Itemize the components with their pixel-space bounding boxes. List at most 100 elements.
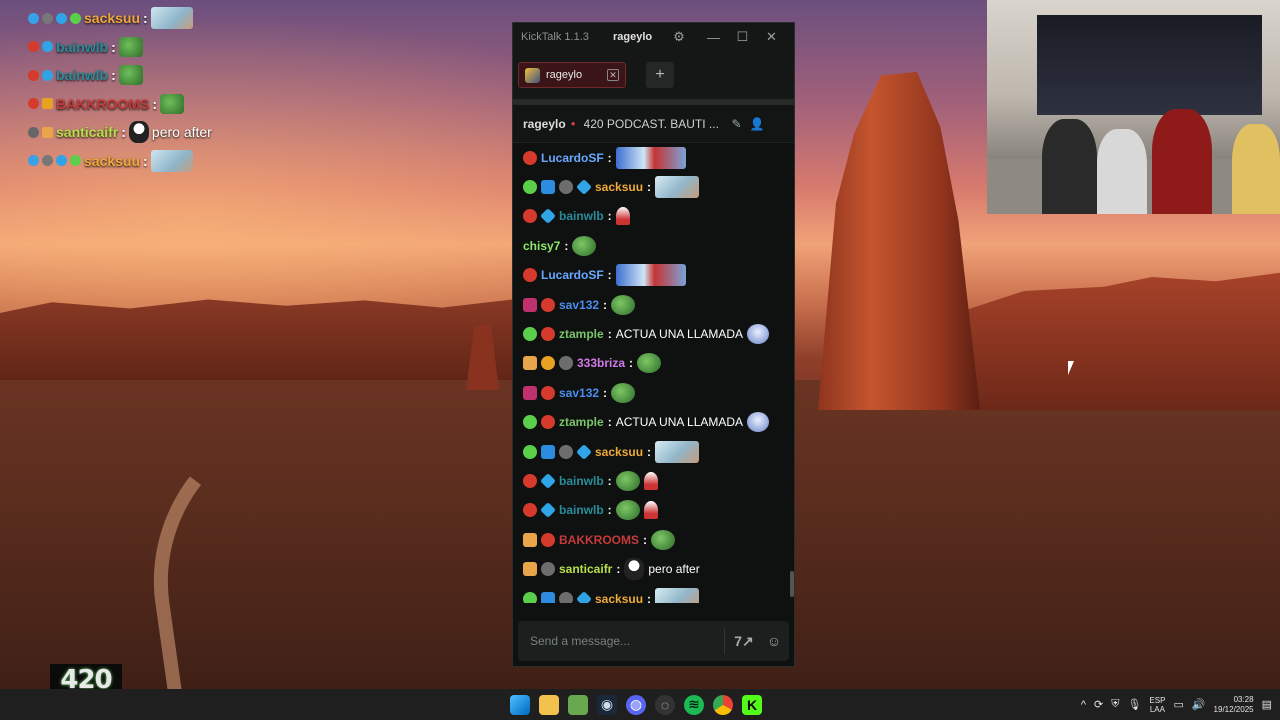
chat-text: ACTUA UNA LLAMADA xyxy=(615,415,744,430)
badge-icon xyxy=(523,591,537,603)
chat-message: LucardoSF: xyxy=(523,261,788,290)
emote-icon xyxy=(150,149,193,172)
7tv-emote-icon[interactable]: 7↗ xyxy=(729,633,759,650)
tab-rageylo[interactable]: rageylo ✕ xyxy=(518,62,626,88)
chat-scrollbar[interactable] xyxy=(790,571,794,597)
chat-username[interactable]: bainwlb xyxy=(559,209,604,223)
chat-message: BAKKROOMS: xyxy=(523,525,788,554)
chat-username[interactable]: sav132 xyxy=(559,386,599,400)
chat-username[interactable]: bainwlb xyxy=(559,474,604,488)
volume-icon[interactable]: 🔊 xyxy=(1192,698,1206,711)
emote-icon xyxy=(643,501,658,520)
overlay-username: santicaifr xyxy=(56,124,119,141)
language-indicator[interactable]: ESP LAA xyxy=(1149,696,1165,714)
clock-time: 03:28 xyxy=(1233,694,1254,704)
chat-username[interactable]: sacksuu xyxy=(595,180,643,194)
pin-icon[interactable]: ✎ xyxy=(732,117,742,131)
steam-icon[interactable]: ◉ xyxy=(597,694,617,715)
chat-message: sav132: xyxy=(523,290,788,319)
badge-icon xyxy=(523,503,537,518)
minimize-button[interactable]: — xyxy=(699,30,728,45)
file-explorer-icon[interactable] xyxy=(539,694,559,715)
chat-username[interactable]: LucardoSF xyxy=(541,151,604,165)
language-code: ESP xyxy=(1149,695,1166,705)
chat-username[interactable]: sacksuu xyxy=(595,592,643,603)
chat-username[interactable]: ztample xyxy=(559,415,604,429)
avatar xyxy=(525,67,540,83)
webcam-feed xyxy=(987,0,1280,214)
badge-icon xyxy=(42,69,53,81)
notification-icon[interactable]: ▤ xyxy=(1262,698,1272,711)
emote-icon xyxy=(118,65,143,86)
chat-message: sacksuu: xyxy=(523,172,788,201)
badge-icon xyxy=(56,12,67,24)
microphone-icon[interactable]: 🎙 xyxy=(1127,698,1141,711)
mesa-left xyxy=(0,298,520,385)
app-icon[interactable] xyxy=(568,694,588,715)
chrome-icon[interactable] xyxy=(713,694,733,715)
chat-username[interactable]: santicaifr xyxy=(559,562,612,576)
chat-message: santicaifr: pero after xyxy=(523,554,788,583)
chat-username[interactable]: LucardoSF xyxy=(541,268,604,282)
close-button[interactable]: ✕ xyxy=(757,29,786,45)
emote-picker-icon[interactable]: ☺ xyxy=(759,633,789,649)
taskbar: ◉ ◍ ◌ ≋ K ^ ⟳ ⛨ 🎙 ESP LAA ▭ 🔊 03:28 19/1… xyxy=(0,689,1280,720)
sync-icon[interactable]: ⟳ xyxy=(1094,698,1103,711)
chat-message: chisy7: xyxy=(523,231,788,260)
chat-message: sacksuu: xyxy=(523,437,788,466)
badge-icon xyxy=(523,150,537,165)
chat-username[interactable]: bainwlb xyxy=(559,503,604,517)
close-icon[interactable]: ✕ xyxy=(607,69,619,81)
gear-icon[interactable]: ⚙ xyxy=(659,29,699,45)
chat-message: bainwlb: xyxy=(523,466,788,495)
mesa-right xyxy=(960,272,1280,410)
overlay-username: BAKKROOMS xyxy=(56,95,150,112)
emote-icon xyxy=(160,93,185,114)
kicktalk-taskbar-icon[interactable]: K xyxy=(742,694,762,715)
mouse-cursor-icon xyxy=(1068,361,1074,375)
badge-icon xyxy=(540,502,556,519)
emote-icon xyxy=(611,382,636,403)
message-placeholder: Send a message... xyxy=(530,634,631,648)
chat-username[interactable]: BAKKROOMS xyxy=(559,533,639,547)
add-tab-button[interactable]: + xyxy=(646,62,674,88)
overlay-row: santicaifr: pero after xyxy=(28,118,268,147)
overlay-row: BAKKROOMS: xyxy=(28,90,268,119)
maximize-button[interactable]: ☐ xyxy=(728,29,757,45)
channel-name: rageylo xyxy=(523,116,566,131)
emote-icon xyxy=(624,558,645,581)
network-icon[interactable]: ▭ xyxy=(1173,698,1183,711)
emote-icon xyxy=(128,121,149,144)
chat-list[interactable]: LucardoSF: sacksuu: bainwlb: chisy7: Luc… xyxy=(513,143,794,603)
windows-start-icon[interactable] xyxy=(510,694,530,715)
chevron-up-icon[interactable]: ^ xyxy=(1081,699,1086,711)
overlay-username: sacksuu xyxy=(84,152,141,169)
badge-icon xyxy=(541,327,555,342)
chat-username[interactable]: ztample xyxy=(559,327,604,341)
message-input[interactable]: Send a message... 7↗ ☺ xyxy=(518,621,789,661)
chat-username[interactable]: sav132 xyxy=(559,298,599,312)
webcam-person xyxy=(1097,129,1147,214)
clock[interactable]: 03:28 19/12/2025 xyxy=(1214,695,1254,715)
badge-icon xyxy=(70,12,81,24)
app-icon[interactable]: ◌ xyxy=(655,694,675,715)
badge-icon xyxy=(28,69,39,81)
chat-username[interactable]: chisy7 xyxy=(523,239,560,253)
badge-icon xyxy=(42,41,53,53)
chat-message: 333briza: xyxy=(523,349,788,378)
stream-overlay-chat: sacksuu: bainwlb: bainwlb: BAKKROOMS: sa… xyxy=(28,4,268,175)
chat-message: ztample: ACTUA UNA LLAMADA xyxy=(523,408,788,437)
kicktalk-window: KickTalk 1.1.3 rageylo ⚙ — ☐ ✕ rageylo ✕… xyxy=(512,22,795,667)
shield-icon[interactable]: ⛨ xyxy=(1111,698,1119,711)
badge-icon xyxy=(523,385,537,400)
overlay-username: sacksuu xyxy=(84,10,141,27)
user-icon[interactable]: 👤 xyxy=(750,117,765,131)
spotify-icon[interactable]: ≋ xyxy=(684,694,704,715)
chat-username[interactable]: sacksuu xyxy=(595,445,643,459)
channel-header: rageylo ● 420 PODCAST. BAUTI ... ✎ 👤 xyxy=(513,105,794,143)
discord-icon[interactable]: ◍ xyxy=(626,694,646,715)
chat-username[interactable]: 333briza xyxy=(577,356,625,370)
overlay-username: bainwlb xyxy=(56,38,109,55)
account-username[interactable]: rageylo xyxy=(613,31,659,43)
emote-icon xyxy=(615,264,686,287)
